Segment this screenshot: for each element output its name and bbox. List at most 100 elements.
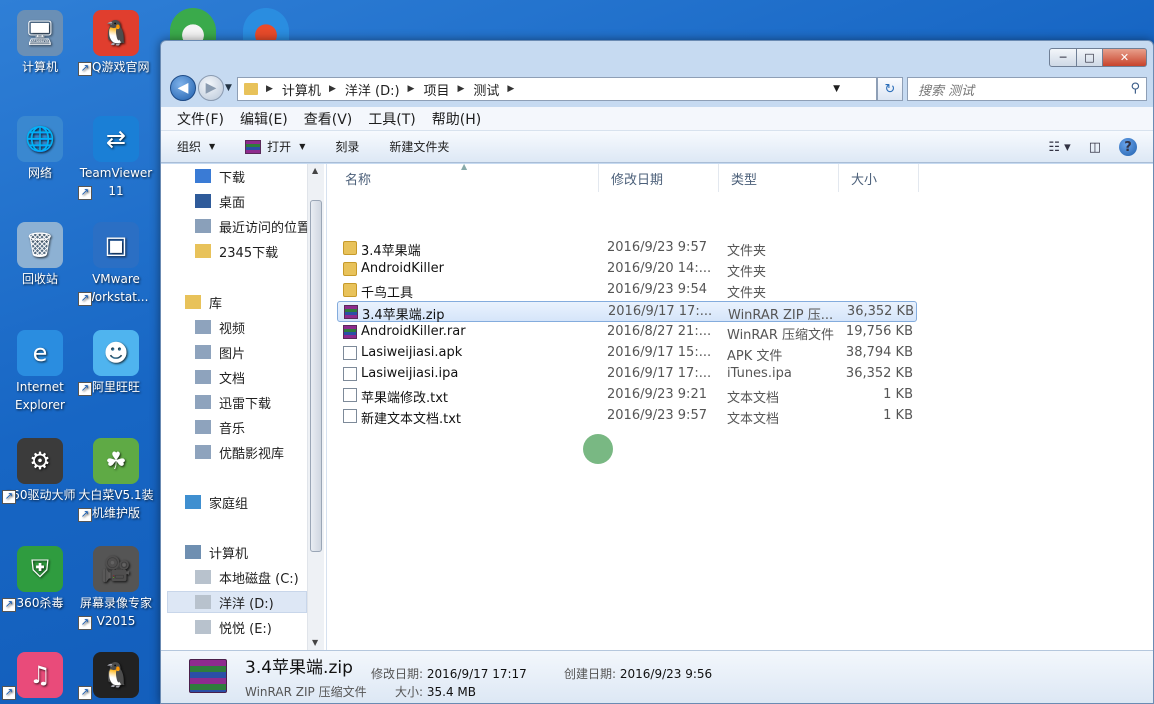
nav-library-item[interactable]: 优酷影视库 [195,441,284,463]
preview-pane-icon[interactable]: ◫ [1089,140,1101,155]
app-icon: ⇄ [93,116,139,162]
nav-library-item[interactable]: 图片 [195,341,245,363]
desktop-icon[interactable]: e Internet Explorer [2,330,78,414]
desktop-icon[interactable]: 🎥 ↗ 屏幕录像专家V2015 [78,546,154,630]
nav-favorite-item[interactable]: 2345下载 [195,240,278,262]
recent-pages-dropdown[interactable]: ▼ [225,83,232,93]
nav-libraries[interactable]: 库 [185,291,222,313]
menu-tools[interactable]: 工具(T) [368,109,415,129]
refresh-button[interactable]: ↻ [877,77,903,101]
green-app-icon[interactable] [170,8,216,42]
column-header-date[interactable]: 修改日期 [599,164,719,192]
back-button[interactable]: ◀ [170,75,196,101]
desktop-icon[interactable]: 🗑 回收站 [2,222,78,288]
file-type: 文本文档 [727,391,780,406]
file-row[interactable]: 新建文本文档.txt 2016/9/23 9:57 文本文档 1 KB [337,406,917,427]
file-row[interactable]: 苹果端修改.txt 2016/9/23 9:21 文本文档 1 KB [337,385,917,406]
nav-drive-item[interactable]: 悦悦 (E:) [195,616,272,638]
desktop-icon[interactable]: 🐧 ↗ [78,652,154,700]
nav-favorite-item[interactable]: 桌面 [195,190,245,212]
desktop-icon[interactable]: ⇄ ↗ TeamViewer 11 [78,116,154,200]
nav-computer[interactable]: 计算机 [185,541,248,563]
view-options-icon[interactable]: ☷ ▾ [1048,140,1070,155]
desktop-icon[interactable]: ⚙ ↗ 360驱动大师 [2,438,78,504]
nav-drive-item[interactable]: 本地磁盘 (C:) [195,566,299,588]
menu-view[interactable]: 查看(V) [304,109,353,129]
document-icon [195,370,211,384]
player-app-icon[interactable] [243,8,289,42]
file-row[interactable]: AndroidKiller.rar 2016/8/27 21:... WinRAR … [337,322,917,343]
desktop-icon[interactable]: ♫ ↗ [2,652,78,700]
file-icon [343,367,357,381]
new-folder-button[interactable]: 新建文件夹 [389,138,449,155]
maximize-button[interactable]: □ [1077,48,1103,67]
organize-button[interactable]: 组织 ▼ [177,138,215,155]
chevron-right-icon[interactable]: ▶ [507,84,514,94]
address-input[interactable]: ▶ 计算机 ▶ 洋洋 (D:) ▶ 项目 ▶ 测试 ▶ ▼ [237,77,877,101]
scroll-down-icon[interactable]: ▼ [312,638,318,647]
nav-item-label: 优酷影视库 [219,446,285,462]
breadcrumb-computer[interactable]: 计算机 [282,80,321,99]
search-placeholder: 搜索 测试 [918,83,975,99]
desktop-icon-label: Internet Explorer [15,380,65,412]
nav-drive-item[interactable]: 洋洋 (D:) [195,591,274,613]
column-header-size[interactable]: 大小 [839,164,919,192]
column-size-label: 大小 [851,172,878,188]
address-dropdown-icon[interactable]: ▼ [833,84,840,94]
chevron-right-icon[interactable]: ▶ [266,84,273,94]
chevron-right-icon[interactable]: ▶ [408,84,415,94]
nav-favorite-item[interactable]: 最近访问的位置 [195,215,310,237]
menu-edit[interactable]: 编辑(E) [240,109,288,129]
nav-library-item[interactable]: 迅雷下载 [195,391,271,413]
address-bar-row: ◀ ▶ ▼ ▶ 计算机 ▶ 洋洋 (D:) ▶ 项目 ▶ 测试 ▶ ▼ ↻ 搜索… [161,73,1153,105]
file-icon [343,388,357,402]
file-row[interactable]: 3.4苹果端 2016/9/23 9:57 文件夹 [337,238,917,259]
folder-icon [343,241,357,255]
search-icon[interactable]: ⚲ [1130,81,1140,96]
scroll-up-icon[interactable]: ▲ [312,166,318,175]
nav-library-item[interactable]: 视频 [195,316,245,338]
desktop-icon[interactable]: 🌐 网络 [2,116,78,182]
file-row[interactable]: Lasiweijiasi.ipa 2016/9/17 17:... iTunes.i… [337,364,917,385]
minimize-button[interactable]: ─ [1049,48,1077,67]
desktop-icon[interactable]: ☘ ↗ 大白菜V5.1装机维护版 [78,438,154,522]
app-icon: 🗑 [17,222,63,268]
open-label: 打开 [267,140,292,154]
nav-scrollbar[interactable]: ▲ ▼ [307,164,324,650]
nav-library-item[interactable]: 音乐 [195,416,245,438]
file-row[interactable]: 千鸟工具 2016/9/23 9:54 文件夹 [337,280,917,301]
chevron-right-icon[interactable]: ▶ [457,84,464,94]
app-icon: e [17,330,63,376]
chevron-right-icon[interactable]: ▶ [329,84,336,94]
menu-help[interactable]: 帮助(H) [432,109,481,129]
desktop-icon[interactable]: 🖥 计算机 [2,10,78,76]
help-icon[interactable]: ? [1119,138,1137,156]
column-header-type[interactable]: 类型 [719,164,839,192]
open-button[interactable]: 打开 ▼ [245,138,305,155]
desktop-icon[interactable]: ⛨ ↗ 360杀毒 [2,546,78,612]
breadcrumb-test[interactable]: 测试 [473,80,499,99]
close-button[interactable]: ✕ [1103,48,1147,67]
chevron-down-icon: ▼ [299,142,306,151]
breadcrumb-drive-d[interactable]: 洋洋 (D:) [345,80,400,99]
nav-favorite-item[interactable]: 下载 [195,165,245,187]
forward-button[interactable]: ▶ [198,75,224,101]
nav-library-item[interactable]: 文档 [195,366,245,388]
file-row[interactable]: 3.4苹果端.zip 2016/9/17 17:... WinRAR ZIP 压..… [337,301,917,323]
desktop-icon[interactable]: ☻ ↗ 阿里旺旺 [78,330,154,396]
column-header-name[interactable]: 名称 [327,164,599,192]
scrollbar-thumb[interactable] [310,200,322,552]
app-icon: ▣ [93,222,139,268]
nav-homegroup[interactable]: 家庭组 [185,491,248,513]
desktop-icon[interactable]: ▣ ↗ VMware Workstat... [78,222,154,306]
burn-button[interactable]: 刻录 [335,138,359,155]
menu-file[interactable]: 文件(F) [177,109,224,129]
search-input[interactable]: 搜索 测试 ⚲ [907,77,1147,101]
winrar-icon [245,139,262,154]
selected-file-type: WinRAR ZIP 压缩文件 [245,685,367,699]
breadcrumb-project[interactable]: 项目 [423,80,449,99]
file-row[interactable]: Lasiweijiasi.apk 2016/9/17 15:... APK 文件 38… [337,343,917,364]
desktop-icon[interactable]: 🐧 ↗ QQ游戏官网 [78,10,154,76]
drive-icon [195,620,211,634]
file-row[interactable]: AndroidKiller 2016/9/20 14:... 文件夹 [337,259,917,280]
